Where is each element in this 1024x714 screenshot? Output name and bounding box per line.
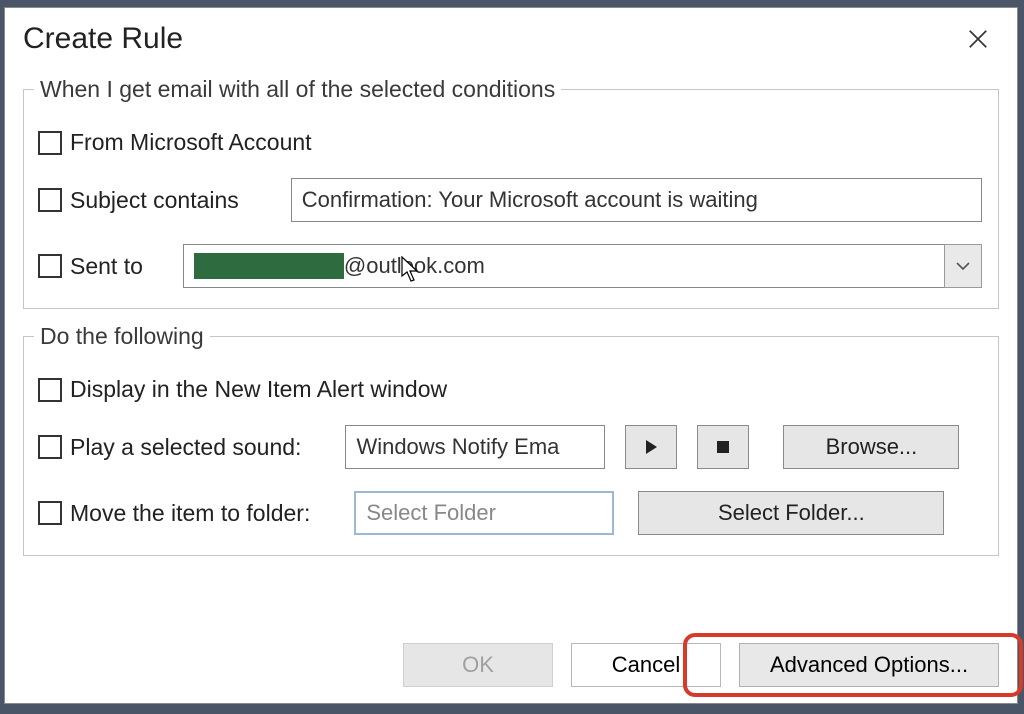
move-folder-row: Move the item to folder: Select Folder S…	[38, 491, 982, 535]
sentto-row: Sent to @outlook.com	[38, 244, 982, 288]
display-alert-label: Display in the New Item Alert window	[70, 376, 447, 403]
chevron-down-icon	[956, 261, 970, 271]
sentto-suffix: @outlook.com	[344, 253, 485, 279]
create-rule-dialog: Create Rule When I get email with all of…	[4, 7, 1018, 704]
sound-file-input[interactable]: Windows Notify Ema	[345, 425, 605, 469]
play-button[interactable]	[625, 425, 677, 469]
from-checkbox[interactable]	[38, 131, 62, 155]
move-folder-label: Move the item to folder:	[70, 500, 310, 527]
close-button[interactable]	[957, 18, 999, 60]
play-sound-checkbox[interactable]	[38, 435, 62, 459]
display-alert-checkbox[interactable]	[38, 378, 62, 402]
stop-button[interactable]	[697, 425, 749, 469]
close-icon	[967, 28, 989, 50]
sentto-dropdown-button[interactable]	[944, 244, 982, 288]
subject-row: Subject contains Confirmation: Your Micr…	[38, 178, 982, 222]
play-sound-row: Play a selected sound: Windows Notify Em…	[38, 425, 982, 469]
play-sound-label: Play a selected sound:	[70, 434, 301, 461]
browse-button[interactable]: Browse...	[783, 425, 959, 469]
cancel-button[interactable]: Cancel	[571, 643, 721, 687]
advanced-options-button[interactable]: Advanced Options...	[739, 643, 999, 687]
play-icon	[644, 439, 658, 455]
conditions-group: When I get email with all of the selecte…	[23, 76, 999, 309]
folder-input[interactable]: Select Folder	[354, 491, 614, 535]
dialog-title: Create Rule	[23, 22, 183, 56]
sentto-checkbox[interactable]	[38, 254, 62, 278]
titlebar: Create Rule	[5, 8, 1017, 70]
select-folder-button[interactable]: Select Folder...	[638, 491, 944, 535]
display-alert-row: Display in the New Item Alert window	[38, 376, 982, 403]
move-folder-checkbox[interactable]	[38, 501, 62, 525]
subject-label: Subject contains	[70, 187, 239, 214]
button-bar: OK Cancel Advanced Options...	[5, 633, 1017, 703]
ok-button[interactable]: OK	[403, 643, 553, 687]
sentto-input[interactable]: @outlook.com	[183, 244, 944, 288]
actions-group: Do the following Display in the New Item…	[23, 323, 999, 556]
actions-legend: Do the following	[34, 323, 210, 350]
subject-input[interactable]: Confirmation: Your Microsoft account is …	[291, 178, 982, 222]
stop-icon	[716, 440, 730, 454]
from-label: From Microsoft Account	[70, 129, 312, 156]
subject-checkbox[interactable]	[38, 188, 62, 212]
sentto-label: Sent to	[70, 253, 143, 280]
conditions-legend: When I get email with all of the selecte…	[34, 76, 561, 103]
redacted-email-prefix	[194, 253, 344, 279]
from-row: From Microsoft Account	[38, 129, 982, 156]
